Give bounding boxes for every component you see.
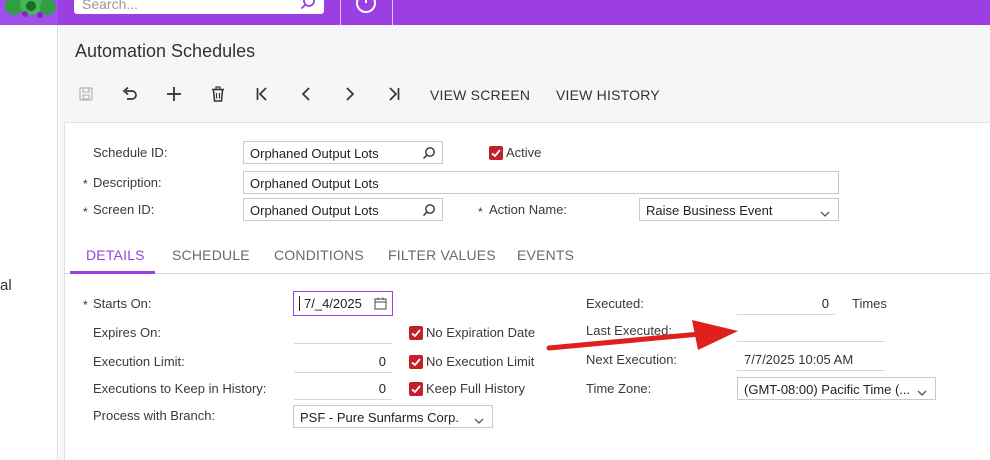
time-zone-select[interactable]: (GMT-08:00) Pacific Time (...: [737, 377, 936, 400]
required-marker: *: [478, 205, 483, 219]
view-history-button[interactable]: VIEW HISTORY: [556, 87, 660, 103]
expires-on-field[interactable]: [294, 343, 392, 344]
keep-full-history-checkbox[interactable]: [409, 382, 423, 396]
delete-button[interactable]: [208, 85, 228, 105]
description-value: Orphaned Output Lots: [250, 176, 379, 191]
field-underline: [294, 399, 392, 400]
active-label: Active: [506, 145, 542, 160]
process-branch-select[interactable]: PSF - Pure Sunfarms Corp.: [293, 405, 493, 428]
time-zone-value: (GMT-08:00) Pacific Time (...: [744, 382, 911, 397]
executions-keep-label: Executions to Keep in History:: [93, 381, 267, 396]
topbar-divider: [340, 0, 341, 25]
time-zone-label: Time Zone:: [586, 381, 652, 396]
view-screen-button[interactable]: VIEW SCREEN: [430, 87, 530, 103]
checkmark-icon: [411, 329, 421, 338]
process-branch-value: PSF - Pure Sunfarms Corp.: [300, 410, 459, 425]
checkmark-icon: [491, 149, 501, 158]
calendar-icon[interactable]: [374, 297, 387, 313]
keep-full-history-label: Keep Full History: [426, 381, 525, 396]
starts-on-label: Starts On:: [93, 296, 152, 311]
chevron-down-icon: [917, 385, 927, 399]
chevron-down-icon: [820, 206, 830, 220]
schedule-id-field[interactable]: Orphaned Output Lots: [243, 141, 443, 164]
last-record-button[interactable]: [384, 85, 404, 105]
executions-keep-field[interactable]: 0: [294, 381, 386, 396]
last-icon: [386, 86, 402, 105]
company-logo[interactable]: [0, 0, 58, 25]
checkmark-icon: [411, 385, 421, 394]
starts-on-date-input[interactable]: 7/_4/2025: [293, 291, 393, 316]
previous-icon: [298, 86, 314, 105]
add-button[interactable]: [164, 85, 184, 105]
lookup-icon[interactable]: [422, 203, 436, 220]
red-arrow-annotation: [546, 320, 738, 351]
expires-on-label: Expires On:: [93, 325, 161, 340]
field-underline: [294, 372, 392, 373]
save-button[interactable]: [77, 85, 95, 105]
undo-button[interactable]: [120, 85, 140, 105]
no-execution-limit-checkbox[interactable]: [409, 355, 423, 369]
nav-item-label-partial[interactable]: al: [0, 277, 12, 294]
delete-icon: [210, 85, 226, 105]
screen-id-label: Screen ID:: [93, 202, 155, 217]
process-branch-label: Process with Branch:: [93, 408, 216, 423]
last-executed-field: [737, 341, 885, 342]
schedule-id-value: Orphaned Output Lots: [250, 146, 379, 161]
tab-events[interactable]: EVENTS: [517, 247, 574, 263]
previous-record-button[interactable]: [296, 85, 316, 105]
checkmark-icon: [411, 358, 421, 367]
execution-limit-label: Execution Limit:: [93, 354, 185, 369]
schedule-id-label: Schedule ID:: [93, 145, 168, 160]
page-title: Automation Schedules: [75, 41, 256, 61]
executed-value: 0: [821, 296, 829, 311]
text-cursor: [299, 296, 300, 311]
executed-unit: Times: [852, 296, 887, 311]
next-execution-value: 7/7/2025 10:05 AM: [744, 352, 854, 367]
next-record-button[interactable]: [340, 85, 360, 105]
recent-history-icon[interactable]: [355, 0, 377, 17]
tab-divider: [64, 273, 990, 274]
search-placeholder: Search...: [82, 0, 139, 12]
first-record-button[interactable]: [252, 85, 272, 105]
description-field[interactable]: Orphaned Output Lots: [243, 171, 839, 194]
screen-id-value: Orphaned Output Lots: [250, 203, 379, 218]
save-icon: [78, 86, 94, 105]
action-name-select[interactable]: Raise Business Event: [639, 198, 839, 221]
execution-limit-field[interactable]: 0: [294, 354, 386, 369]
starts-on-value: 7/_4/2025: [304, 296, 362, 311]
search-input[interactable]: Search...: [74, 0, 324, 14]
undo-icon: [121, 86, 139, 105]
no-expiration-checkbox[interactable]: [409, 326, 423, 340]
chevron-down-icon: [474, 413, 484, 427]
executed-label: Executed:: [586, 296, 644, 311]
tab-schedule[interactable]: SCHEDULE: [172, 247, 250, 263]
required-marker: *: [83, 177, 88, 191]
action-name-label: Action Name:: [489, 202, 568, 217]
add-icon: [166, 86, 182, 105]
no-execution-limit-label: No Execution Limit: [426, 354, 535, 369]
required-marker: *: [83, 205, 88, 219]
left-navigation: al: [0, 25, 58, 460]
screen-id-field[interactable]: Orphaned Output Lots: [243, 198, 443, 221]
search-icon[interactable]: [300, 0, 316, 13]
field-underline: [737, 314, 835, 315]
first-icon: [254, 86, 270, 105]
description-label: Description:: [93, 175, 162, 190]
lookup-icon[interactable]: [422, 146, 436, 163]
required-marker: *: [83, 298, 88, 312]
tab-filter-values[interactable]: FILTER VALUES: [388, 247, 496, 263]
field-underline: [737, 370, 885, 371]
tab-conditions[interactable]: CONDITIONS: [274, 247, 364, 263]
action-name-value: Raise Business Event: [646, 203, 773, 218]
active-checkbox[interactable]: [489, 146, 503, 160]
active-tab-indicator: [70, 271, 155, 274]
no-expiration-label: No Expiration Date: [426, 325, 536, 340]
next-icon: [342, 86, 358, 105]
topbar-divider: [392, 0, 393, 25]
tab-details[interactable]: DETAILS: [86, 247, 145, 263]
